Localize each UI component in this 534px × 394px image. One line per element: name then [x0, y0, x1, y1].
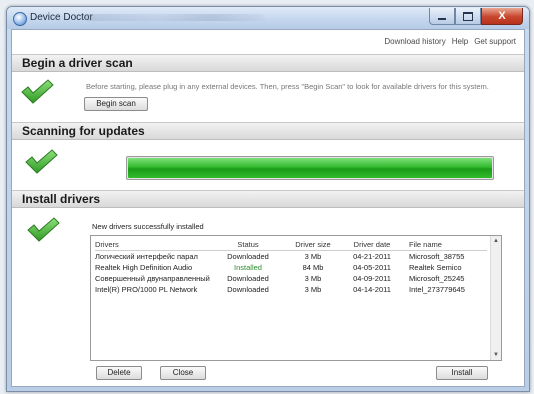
updates-section-header: Scanning for updates	[12, 122, 524, 140]
table-scrollbar[interactable]: ▲ ▼	[490, 236, 501, 360]
scroll-up-icon[interactable]: ▲	[492, 237, 500, 245]
driver-name: Совершенный двунаправленный	[95, 274, 210, 283]
driver-size: 84 Mb	[302, 263, 324, 272]
scroll-down-icon[interactable]: ▼	[492, 351, 500, 359]
window-controls: X	[429, 8, 523, 25]
check-icon	[21, 79, 54, 104]
scan-progress-bar	[126, 156, 494, 180]
close-button[interactable]: Close	[160, 366, 206, 380]
install-button[interactable]: Install	[436, 366, 488, 380]
driver-date: 04-09-2011	[353, 274, 391, 283]
maximize-button[interactable]	[455, 8, 481, 25]
client-area: Download history Help Get support Begin …	[11, 29, 525, 387]
driver-file-name: Realtek Semico	[409, 263, 462, 272]
scan-instruction: Before starting, please plug in any exte…	[86, 82, 489, 91]
table-row[interactable]: Intel(R) PRO/1000 PL Network Downloaded …	[95, 285, 487, 295]
driver-file-name: Microsoft_38755	[409, 252, 465, 261]
driver-file-name: Microsoft_25245	[409, 274, 465, 283]
driver-name: Intel(R) PRO/1000 PL Network	[95, 285, 198, 294]
column-header-driver-date[interactable]: Driver date	[351, 240, 393, 249]
help-link[interactable]: Help	[452, 37, 468, 46]
close-window-button[interactable]: X	[481, 8, 523, 25]
main-window: Device Doctor X Download history Help Ge…	[6, 6, 530, 392]
table-row[interactable]: Совершенный двунаправленный Downloaded 3…	[95, 274, 487, 284]
minimize-button[interactable]	[429, 8, 455, 25]
get-support-link[interactable]: Get support	[474, 37, 516, 46]
install-section-header: Install drivers	[12, 190, 524, 208]
table-header: Drivers Status Driver size Driver date F…	[95, 240, 487, 251]
install-section-title: Install drivers	[22, 192, 101, 206]
title-bar[interactable]: Device Doctor X	[7, 7, 529, 29]
driver-status: Downloaded	[227, 285, 269, 294]
column-header-drivers[interactable]: Drivers	[95, 240, 213, 249]
updates-section-title: Scanning for updates	[22, 124, 145, 138]
column-header-status[interactable]: Status	[223, 240, 273, 249]
driver-size: 3 Mb	[304, 274, 322, 283]
close-icon: X	[498, 9, 506, 22]
window-title: Device Doctor	[30, 12, 93, 23]
driver-size: 3 Mb	[304, 285, 322, 294]
check-icon	[27, 217, 60, 242]
driver-status: Downloaded	[227, 274, 269, 283]
driver-date: 04-21-2011	[353, 252, 391, 261]
title-blur	[85, 14, 265, 21]
driver-date: 04-05-2011	[353, 263, 391, 272]
begin-scan-button[interactable]: Begin scan	[84, 97, 148, 111]
app-icon	[13, 12, 27, 26]
scan-section-title: Begin a driver scan	[22, 56, 133, 70]
column-header-driver-size[interactable]: Driver size	[289, 240, 337, 249]
check-icon	[25, 149, 58, 174]
driver-name: Realtek High Definition Audio	[95, 263, 193, 272]
column-header-file-name[interactable]: File name	[409, 240, 487, 249]
drivers-table: Drivers Status Driver size Driver date F…	[90, 235, 502, 361]
table-row[interactable]: Realtek High Definition Audio Installed …	[95, 263, 487, 273]
top-links: Download history Help Get support	[384, 37, 516, 46]
download-history-link[interactable]: Download history	[384, 37, 445, 46]
scan-progress-fill	[128, 158, 492, 178]
install-message: New drivers successfully installed	[92, 222, 204, 231]
driver-name: Логический интерфейс парал	[95, 252, 198, 261]
maximize-icon	[463, 11, 473, 21]
driver-size: 3 Mb	[304, 252, 322, 261]
table-row[interactable]: Логический интерфейс парал Downloaded 3 …	[95, 252, 487, 262]
driver-date: 04-14-2011	[353, 285, 391, 294]
minimize-icon	[438, 17, 446, 20]
delete-button[interactable]: Delete	[96, 366, 142, 380]
scan-section-header: Begin a driver scan	[12, 54, 524, 72]
driver-file-name: Intel_273779645	[409, 285, 465, 294]
driver-status: Installed	[234, 263, 262, 272]
driver-status: Downloaded	[227, 252, 269, 261]
